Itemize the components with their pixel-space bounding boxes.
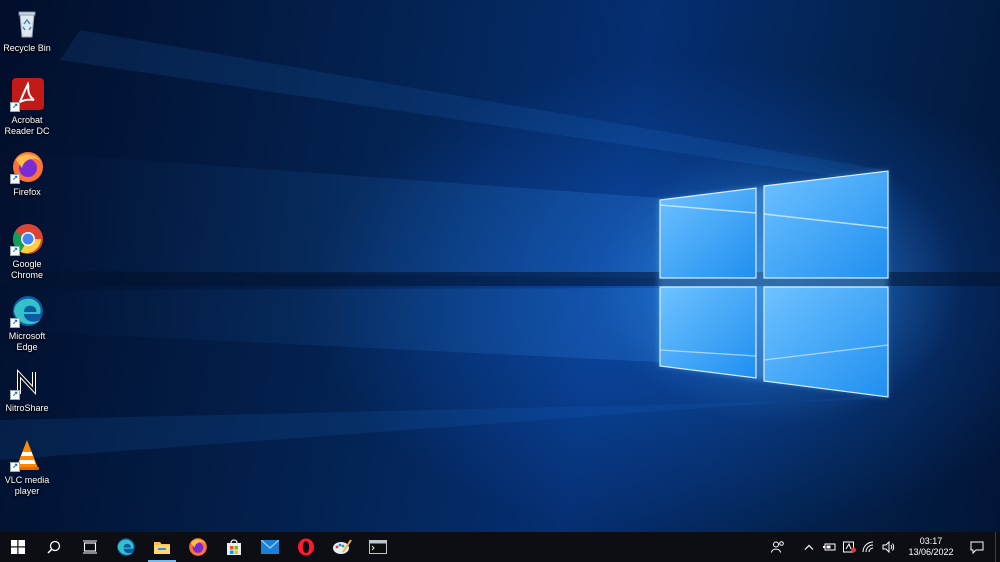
taskbar: 03:17 13/06/2022 xyxy=(0,532,1000,562)
desktop-icon-firefox[interactable]: ↗ Firefox xyxy=(0,150,54,198)
edge-icon: ↗ xyxy=(10,294,44,328)
task-view-icon xyxy=(83,540,97,554)
wallpaper xyxy=(0,30,1000,460)
edge-icon xyxy=(117,538,135,556)
desktop-icon-acrobat[interactable]: ↗ Acrobat Reader DC xyxy=(0,78,54,137)
show-desktop-button[interactable] xyxy=(995,532,1000,562)
desktop-icon-label: Recycle Bin xyxy=(3,43,51,53)
desktop-icon-label: NitroShare xyxy=(5,403,49,413)
search-icon xyxy=(47,540,61,554)
desktop-icon-label: Google Chrome xyxy=(10,259,43,280)
volume-button[interactable] xyxy=(881,532,897,562)
file-explorer-icon xyxy=(154,542,170,554)
recycle-bin-icon xyxy=(10,6,44,40)
mail-icon xyxy=(261,540,279,554)
show-hidden-icons-button[interactable] xyxy=(801,532,817,562)
store-icon xyxy=(227,539,241,555)
desktop-icon-vlc[interactable]: ↗ VLC media player xyxy=(0,438,54,497)
opera-icon xyxy=(298,538,314,556)
shortcut-arrow-icon: ↗ xyxy=(10,318,20,328)
desktop: Recycle Bin ↗ Acrobat Reader DC ↗ Firefo… xyxy=(0,0,1000,532)
taskbar-store[interactable] xyxy=(216,532,252,562)
paint-icon xyxy=(333,539,352,554)
security-button[interactable] xyxy=(841,532,857,562)
clock-date: 13/06/2022 xyxy=(908,547,954,557)
desktop-icon-label: Microsoft Edge xyxy=(8,331,46,352)
shortcut-arrow-icon: ↗ xyxy=(10,174,20,184)
volume-icon xyxy=(882,541,895,553)
wifi-button[interactable] xyxy=(861,532,877,562)
start-button[interactable] xyxy=(0,532,36,562)
security-icon xyxy=(842,541,856,553)
desktop-icon-label: VLC media player xyxy=(4,475,50,496)
wifi-icon xyxy=(862,541,874,553)
search-button[interactable] xyxy=(36,532,72,562)
desktop-icon-recycle-bin[interactable]: Recycle Bin xyxy=(0,6,54,54)
action-center-button[interactable] xyxy=(965,532,989,562)
chevron-up-icon xyxy=(804,544,814,550)
clock-time: 03:17 xyxy=(919,536,943,546)
battery-icon xyxy=(823,543,836,551)
task-view-button[interactable] xyxy=(72,532,108,562)
nitroshare-icon: ↗ xyxy=(10,366,44,400)
desktop-icon-edge[interactable]: ↗ Microsoft Edge xyxy=(0,294,54,353)
system-tray: 03:17 13/06/2022 xyxy=(765,532,1000,562)
terminal-icon xyxy=(369,540,387,554)
windows-start-icon xyxy=(11,540,25,554)
shortcut-arrow-icon: ↗ xyxy=(10,390,20,400)
acrobat-icon: ↗ xyxy=(10,78,44,112)
notification-icon xyxy=(970,541,984,554)
taskbar-mail[interactable] xyxy=(252,532,288,562)
shortcut-arrow-icon: ↗ xyxy=(10,246,20,256)
desktop-icon-label: Firefox xyxy=(13,187,41,197)
battery-button[interactable] xyxy=(821,532,837,562)
shortcut-arrow-icon: ↗ xyxy=(10,462,20,472)
desktop-icon-label: Acrobat Reader DC xyxy=(4,115,50,136)
vlc-icon: ↗ xyxy=(10,438,44,472)
chrome-icon: ↗ xyxy=(10,222,44,256)
taskbar-command-prompt[interactable] xyxy=(360,532,396,562)
desktop-icon-nitroshare[interactable]: ↗ NitroShare xyxy=(0,366,54,414)
desktop-icon-chrome[interactable]: ↗ Google Chrome xyxy=(0,222,54,281)
taskbar-edge[interactable] xyxy=(108,532,144,562)
people-button[interactable] xyxy=(767,532,789,562)
taskbar-opera[interactable] xyxy=(288,532,324,562)
clock[interactable]: 03:17 13/06/2022 xyxy=(903,536,959,558)
firefox-icon: ↗ xyxy=(10,150,44,184)
firefox-icon xyxy=(189,538,207,556)
taskbar-firefox[interactable] xyxy=(180,532,216,562)
shortcut-arrow-icon: ↗ xyxy=(10,102,20,112)
people-icon xyxy=(771,541,784,553)
taskbar-file-explorer[interactable] xyxy=(144,532,180,562)
taskbar-paint[interactable] xyxy=(324,532,360,562)
